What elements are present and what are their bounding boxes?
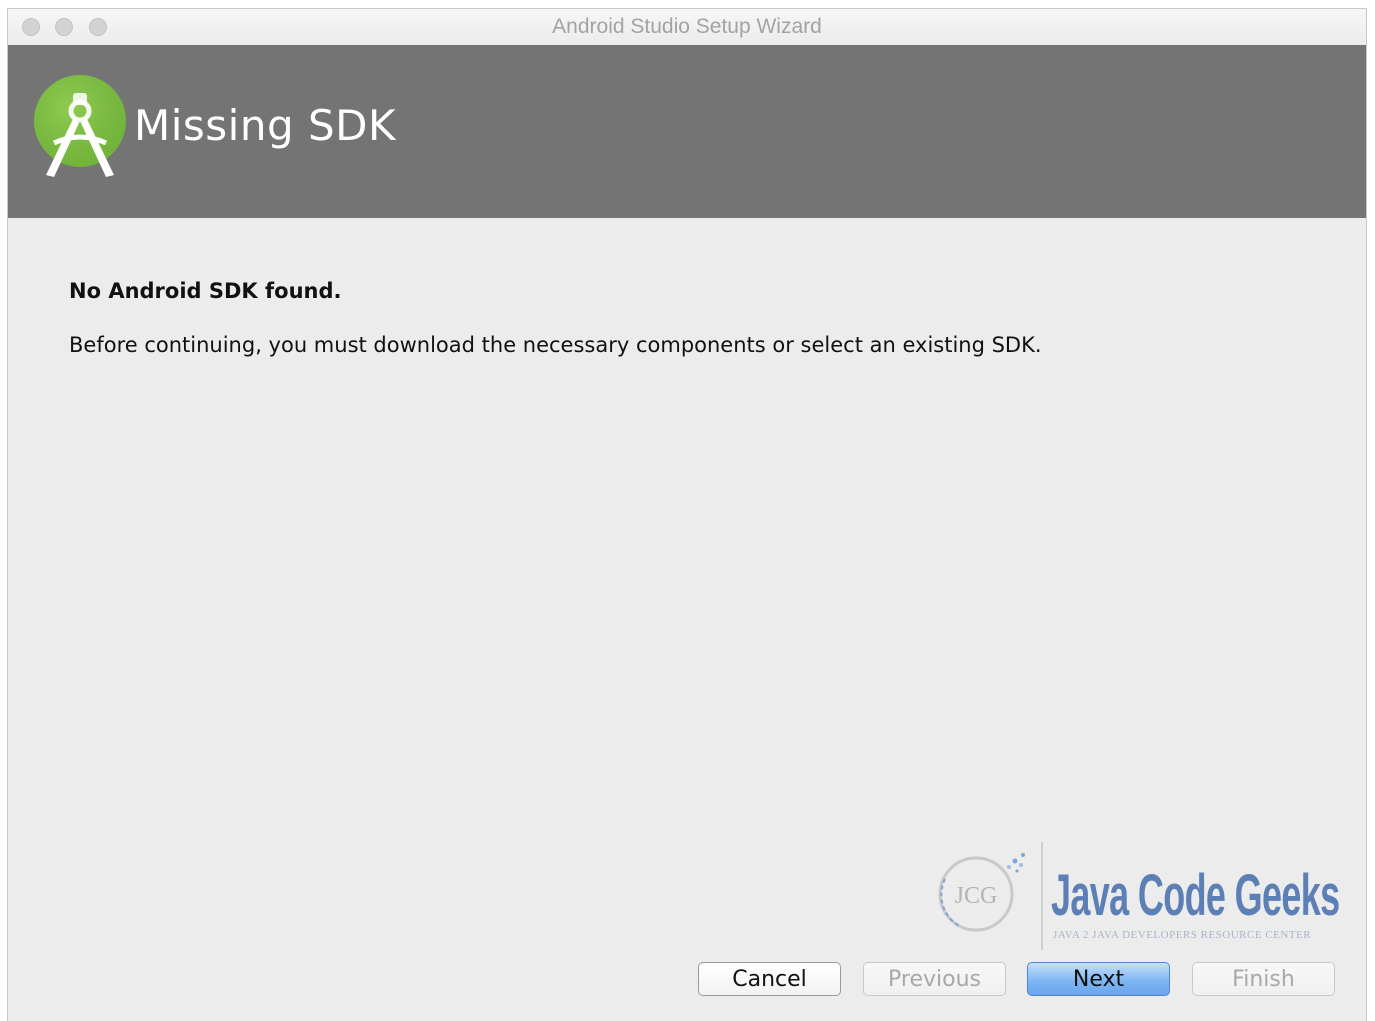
content-area: No Android SDK found. Before continuing,… (69, 279, 1269, 357)
watermark-title: Java Code Geeks (1051, 863, 1340, 928)
status-description: Before continuing, you must download the… (69, 333, 1042, 357)
status-headline: No Android SDK found. (69, 279, 342, 303)
header-banner: Missing SDK (8, 45, 1366, 218)
next-button[interactable]: Next (1027, 962, 1170, 996)
android-studio-logo-icon (32, 75, 128, 181)
watermark-subtitle: JAVA 2 JAVA DEVELOPERS RESOURCE CENTER (1053, 929, 1312, 941)
cancel-button[interactable]: Cancel (698, 962, 841, 996)
jcg-badge-text: JCG (955, 883, 998, 909)
title-bar[interactable]: Android Studio Setup Wizard (8, 9, 1366, 46)
setup-wizard-window: Android Studio Setup Wizard Missing SDK … (7, 8, 1367, 1021)
window-title: Android Studio Setup Wizard (552, 15, 822, 38)
previous-button[interactable]: Previous (863, 962, 1006, 996)
jcg-badge-icon: JCG (931, 849, 1025, 932)
watermark-divider (1041, 842, 1043, 950)
finish-button[interactable]: Finish (1192, 962, 1335, 996)
page-title: Missing SDK (134, 101, 397, 150)
java-code-geeks-watermark: JCG Java Code Geeks JAVA 2 JAVA DEVELOPE… (923, 834, 1343, 950)
